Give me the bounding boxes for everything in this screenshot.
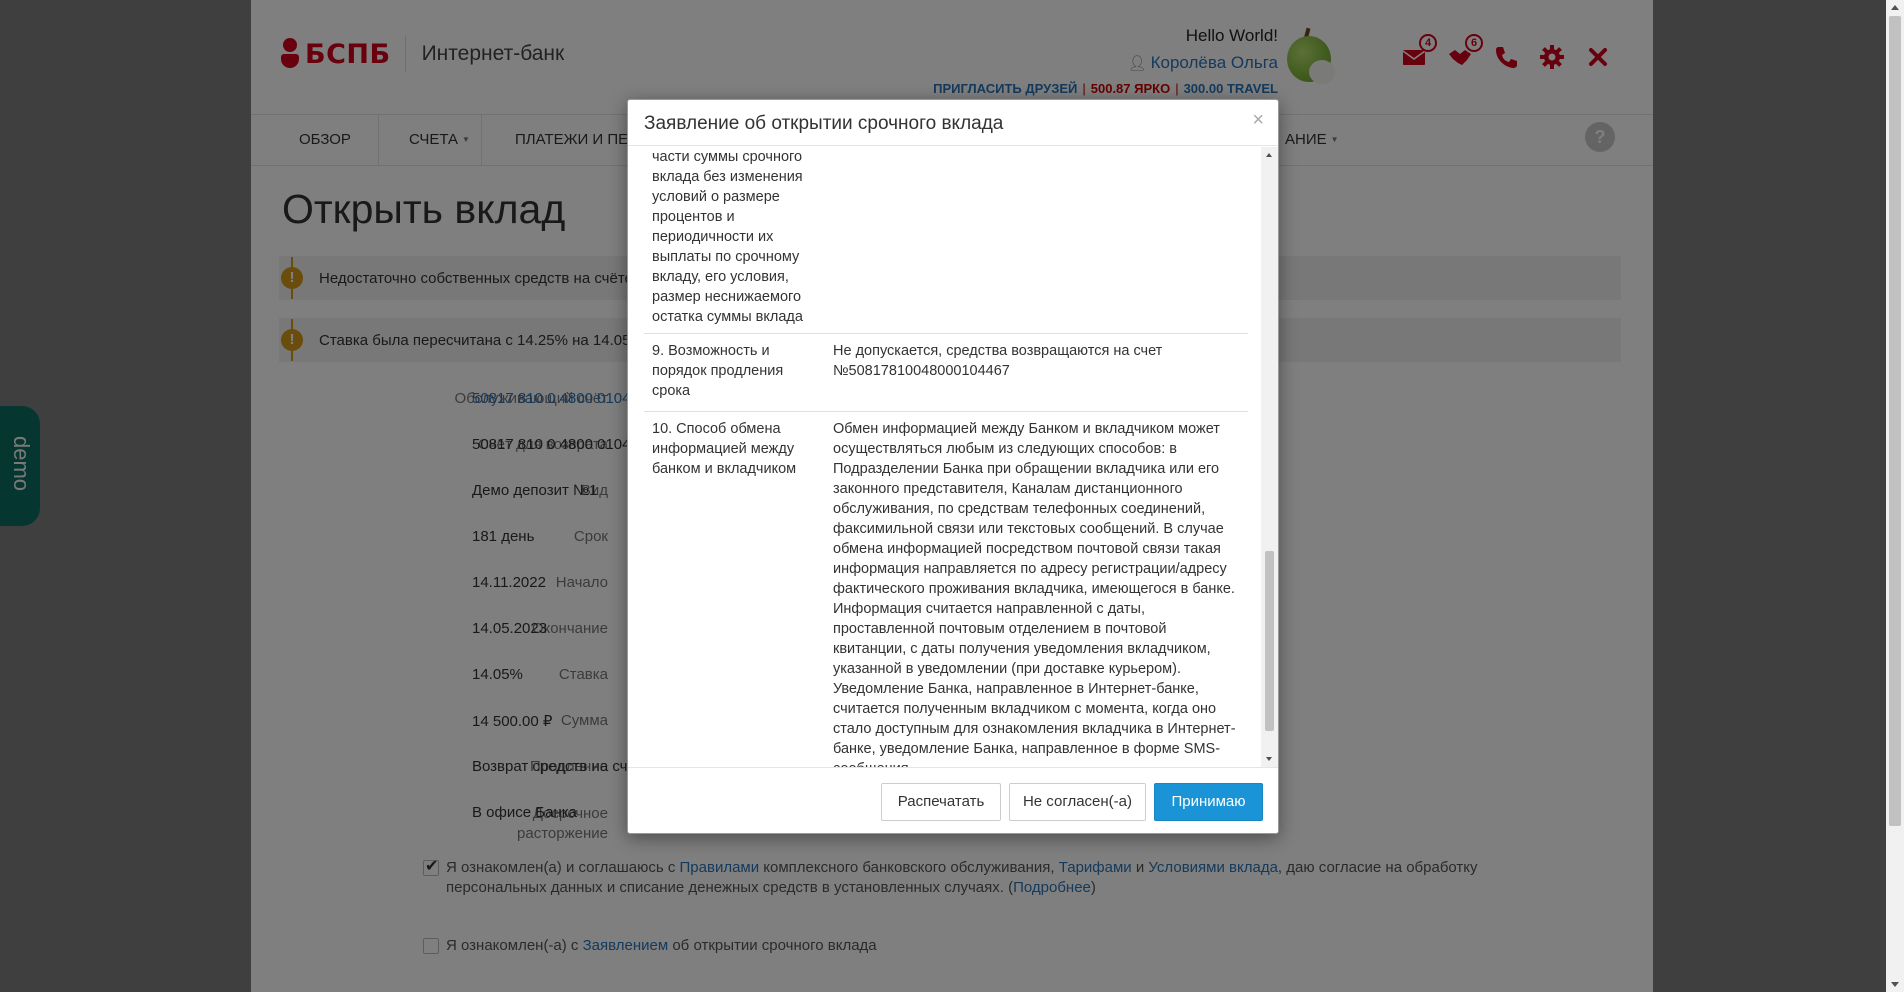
term-name: части суммы срочного вклада без изменени… [652,149,803,325]
scroll-down-icon[interactable] [1266,757,1272,761]
scrollbar-thumb[interactable] [1889,16,1901,826]
modal-footer: Распечатать Не согласен(-а) Принимаю [628,767,1278,833]
modal-scrollbar[interactable] [1261,147,1278,767]
window-scrollbar[interactable] [1886,0,1904,992]
scrollbar-thumb[interactable] [1265,551,1274,731]
term-name: 10. Способ обмена информацией между банк… [652,421,797,477]
table-row: 9. Возможность и порядок продления срока… [644,334,1248,412]
print-button[interactable]: Распечатать [881,783,1001,821]
modal-body: части суммы срочного вклада без изменени… [628,147,1278,767]
scroll-up-icon[interactable] [1891,5,1899,10]
modal-close-button[interactable]: × [1252,109,1264,132]
term-name: 9. Возможность и порядок продления срока [652,343,784,399]
accept-button[interactable]: Принимаю [1154,783,1263,821]
table-row: части суммы срочного вклада без изменени… [644,147,1248,334]
decline-button[interactable]: Не согласен(-а) [1009,783,1146,821]
modal-header: Заявление об открытии срочного вклада × [628,100,1278,146]
table-row: 10. Способ обмена информацией между банк… [644,412,1248,767]
term-value: Не допускается, средства возвращаются на… [833,343,1163,379]
term-value: Обмен информацией между Банком и вкладчи… [833,421,1236,767]
statement-modal: Заявление об открытии срочного вклада × … [627,99,1279,834]
scroll-up-icon[interactable] [1266,153,1272,157]
modal-title: Заявление об открытии срочного вклада [644,113,1004,134]
scroll-down-icon[interactable] [1891,982,1899,987]
